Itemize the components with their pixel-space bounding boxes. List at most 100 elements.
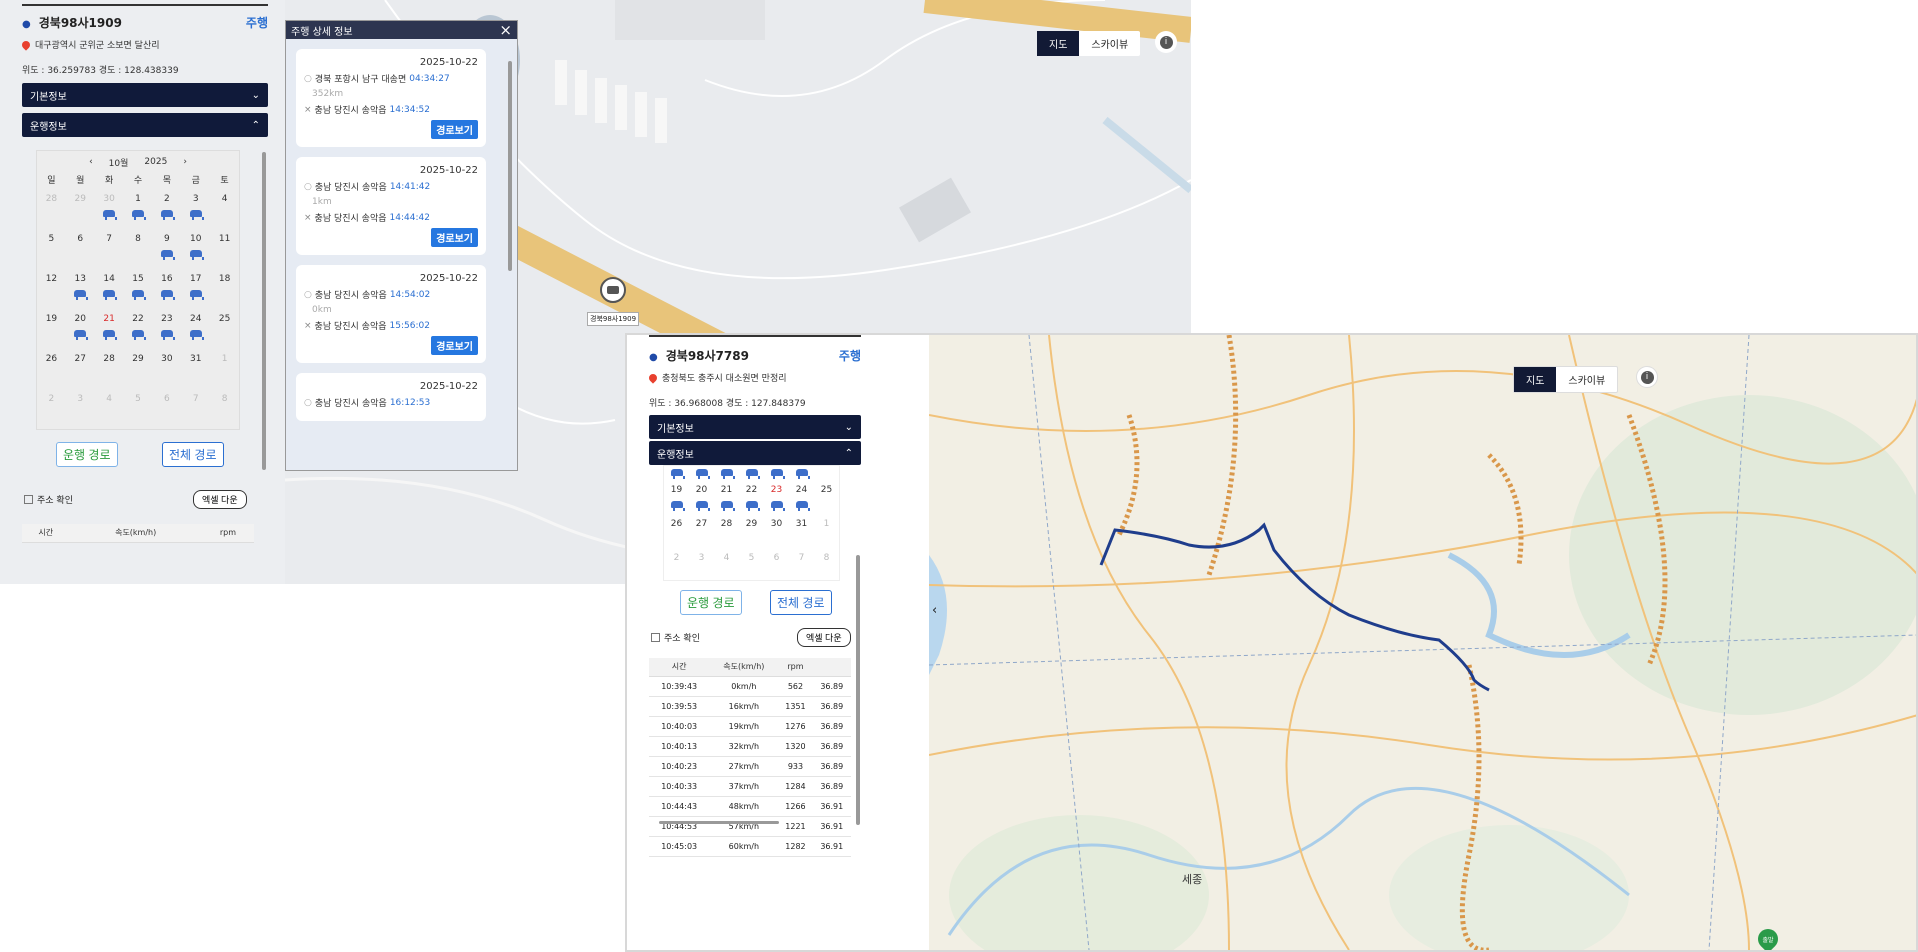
calendar-day[interactable]: 2 (152, 191, 181, 231)
close-icon[interactable]: × (499, 21, 512, 39)
calendar-day[interactable]: 22 (739, 482, 764, 516)
calendar-day[interactable]: 2 (664, 550, 689, 580)
calendar-day[interactable]: 4 (95, 391, 124, 431)
map-2[interactable] (929, 335, 1918, 950)
calendar-day[interactable]: 25 (210, 311, 239, 351)
calendar-day[interactable]: 7 (181, 391, 210, 431)
calendar-day[interactable]: 9 (152, 231, 181, 271)
calendar-day[interactable]: 12 (664, 466, 689, 482)
calendar-day[interactable]: 21 (714, 482, 739, 516)
calendar-day[interactable]: 2 (37, 391, 66, 431)
calendar-day[interactable]: 19 (37, 311, 66, 351)
calendar-day[interactable]: 8 (210, 391, 239, 431)
calendar-day[interactable]: 4 (714, 550, 739, 580)
calendar-day[interactable]: 29 (124, 351, 153, 391)
excel-download-button[interactable]: 엑셀 다운 (193, 490, 247, 509)
route-button[interactable]: 운행 경로 (56, 442, 118, 467)
calendar-day[interactable]: 8 (814, 550, 839, 580)
map-view-button-2[interactable]: 지도 (1514, 367, 1557, 392)
calendar-day[interactable]: 28 (714, 516, 739, 550)
calendar-day[interactable]: 23 (152, 311, 181, 351)
table-row[interactable]: 10:44:53 57km/h 1221 36.91 (649, 816, 851, 837)
calendar-day[interactable]: 26 (37, 351, 66, 391)
calendar-day[interactable]: 13 (689, 466, 714, 482)
calendar-day[interactable]: 6 (764, 550, 789, 580)
calendar-day[interactable]: 11 (210, 231, 239, 271)
calendar-day[interactable]: 18 (210, 271, 239, 311)
table-row[interactable]: 10:45:03 60km/h 1282 36.91 (649, 836, 851, 857)
calendar-day[interactable]: 22 (124, 311, 153, 351)
calendar-day[interactable]: 1 (814, 516, 839, 550)
panel-collapse-icon[interactable]: ‹ (932, 603, 937, 618)
calendar-day[interactable]: 30 (152, 351, 181, 391)
info-button[interactable]: i (1155, 31, 1177, 53)
sky-view-button[interactable]: 스카이뷰 (1079, 31, 1140, 56)
calendar-day[interactable]: 29 (739, 516, 764, 550)
calendar-day[interactable]: 27 (689, 516, 714, 550)
calendar-day[interactable]: 10 (181, 231, 210, 271)
calendar-day[interactable]: 15 (124, 271, 153, 311)
calendar-day[interactable]: 5 (124, 391, 153, 431)
calendar-day[interactable]: 5 (37, 231, 66, 271)
accordion-basic-info-2[interactable]: 기본정보 ⌄ (649, 415, 861, 439)
calendar-day[interactable]: 14 (95, 271, 124, 311)
accordion-basic-info[interactable]: 기본정보 ⌄ (22, 83, 268, 107)
calendar-day[interactable]: 16 (152, 271, 181, 311)
calendar-day[interactable]: 28 (37, 191, 66, 231)
calendar-day[interactable]: 15 (739, 466, 764, 482)
all-route-button-2[interactable]: 전체 경로 (770, 590, 832, 615)
calendar-day[interactable]: 7 (95, 231, 124, 271)
info-button-2[interactable]: i (1636, 366, 1658, 388)
map-view-button[interactable]: 지도 (1037, 31, 1080, 56)
calendar-day[interactable]: 19 (664, 482, 689, 516)
panel-scrollbar[interactable] (262, 152, 266, 470)
table-row[interactable]: 10:40:23 27km/h 933 36.89 (649, 756, 851, 777)
accordion-ops-info-2[interactable]: 운행정보 ⌃ (649, 441, 861, 465)
calendar-day[interactable]: 3 (181, 191, 210, 231)
calendar-day[interactable]: 20 (689, 482, 714, 516)
table-row[interactable]: 10:40:03 19km/h 1276 36.89 (649, 716, 851, 737)
calendar-day[interactable]: 31 (181, 351, 210, 391)
table-hscrollbar[interactable] (659, 821, 779, 824)
prev-month-icon[interactable]: ‹ (89, 157, 93, 167)
table-row[interactable]: 10:39:43 0km/h 562 36.89 (649, 676, 851, 697)
panel-scrollbar-2[interactable] (856, 555, 860, 825)
calendar-day[interactable]: 20 (66, 311, 95, 351)
calendar-day[interactable]: 24 (181, 311, 210, 351)
calendar-day[interactable]: 8 (124, 231, 153, 271)
next-month-icon[interactable]: › (183, 157, 187, 167)
table-row[interactable]: 10:40:33 37km/h 1284 36.89 (649, 776, 851, 797)
calendar-day[interactable]: 29 (66, 191, 95, 231)
address-check[interactable]: 주소 확인 (24, 493, 73, 506)
excel-download-button-2[interactable]: 엑셀 다운 (797, 628, 851, 647)
route-button-2[interactable]: 운행 경로 (680, 590, 742, 615)
address-checkbox[interactable] (24, 495, 33, 504)
calendar-day[interactable]: 3 (689, 550, 714, 580)
calendar-day[interactable]: 6 (152, 391, 181, 431)
calendar-day[interactable]: 1 (124, 191, 153, 231)
calendar-day[interactable]: 14 (714, 466, 739, 482)
table-row[interactable]: 10:44:43 48km/h 1266 36.91 (649, 796, 851, 817)
view-route-button[interactable]: 경로보기 (431, 120, 478, 139)
calendar-day[interactable]: 12 (37, 271, 66, 311)
view-route-button[interactable]: 경로보기 (431, 228, 478, 247)
calendar-day[interactable]: 6 (66, 231, 95, 271)
calendar-day[interactable]: 16 (764, 466, 789, 482)
calendar-day[interactable]: 17 (789, 466, 814, 482)
calendar-day[interactable]: 17 (181, 271, 210, 311)
calendar-day[interactable]: 28 (95, 351, 124, 391)
vehicle-marker[interactable] (600, 277, 626, 303)
calendar-day[interactable]: 1 (210, 351, 239, 391)
address-check-2[interactable]: 주소 확인 (651, 631, 700, 644)
calendar-day[interactable]: 5 (739, 550, 764, 580)
address-checkbox-2[interactable] (651, 633, 660, 642)
accordion-ops-info[interactable]: 운행정보 ⌃ (22, 113, 268, 137)
calendar-month[interactable]: 10월 (109, 156, 129, 169)
calendar-day[interactable]: 24 (789, 482, 814, 516)
calendar-day[interactable]: 3 (66, 391, 95, 431)
table-row[interactable]: 10:40:13 32km/h 1320 36.89 (649, 736, 851, 757)
calendar-day[interactable]: 27 (66, 351, 95, 391)
calendar-day[interactable]: 21 (95, 311, 124, 351)
calendar-day[interactable]: 26 (664, 516, 689, 550)
calendar-day[interactable]: 23 (764, 482, 789, 516)
